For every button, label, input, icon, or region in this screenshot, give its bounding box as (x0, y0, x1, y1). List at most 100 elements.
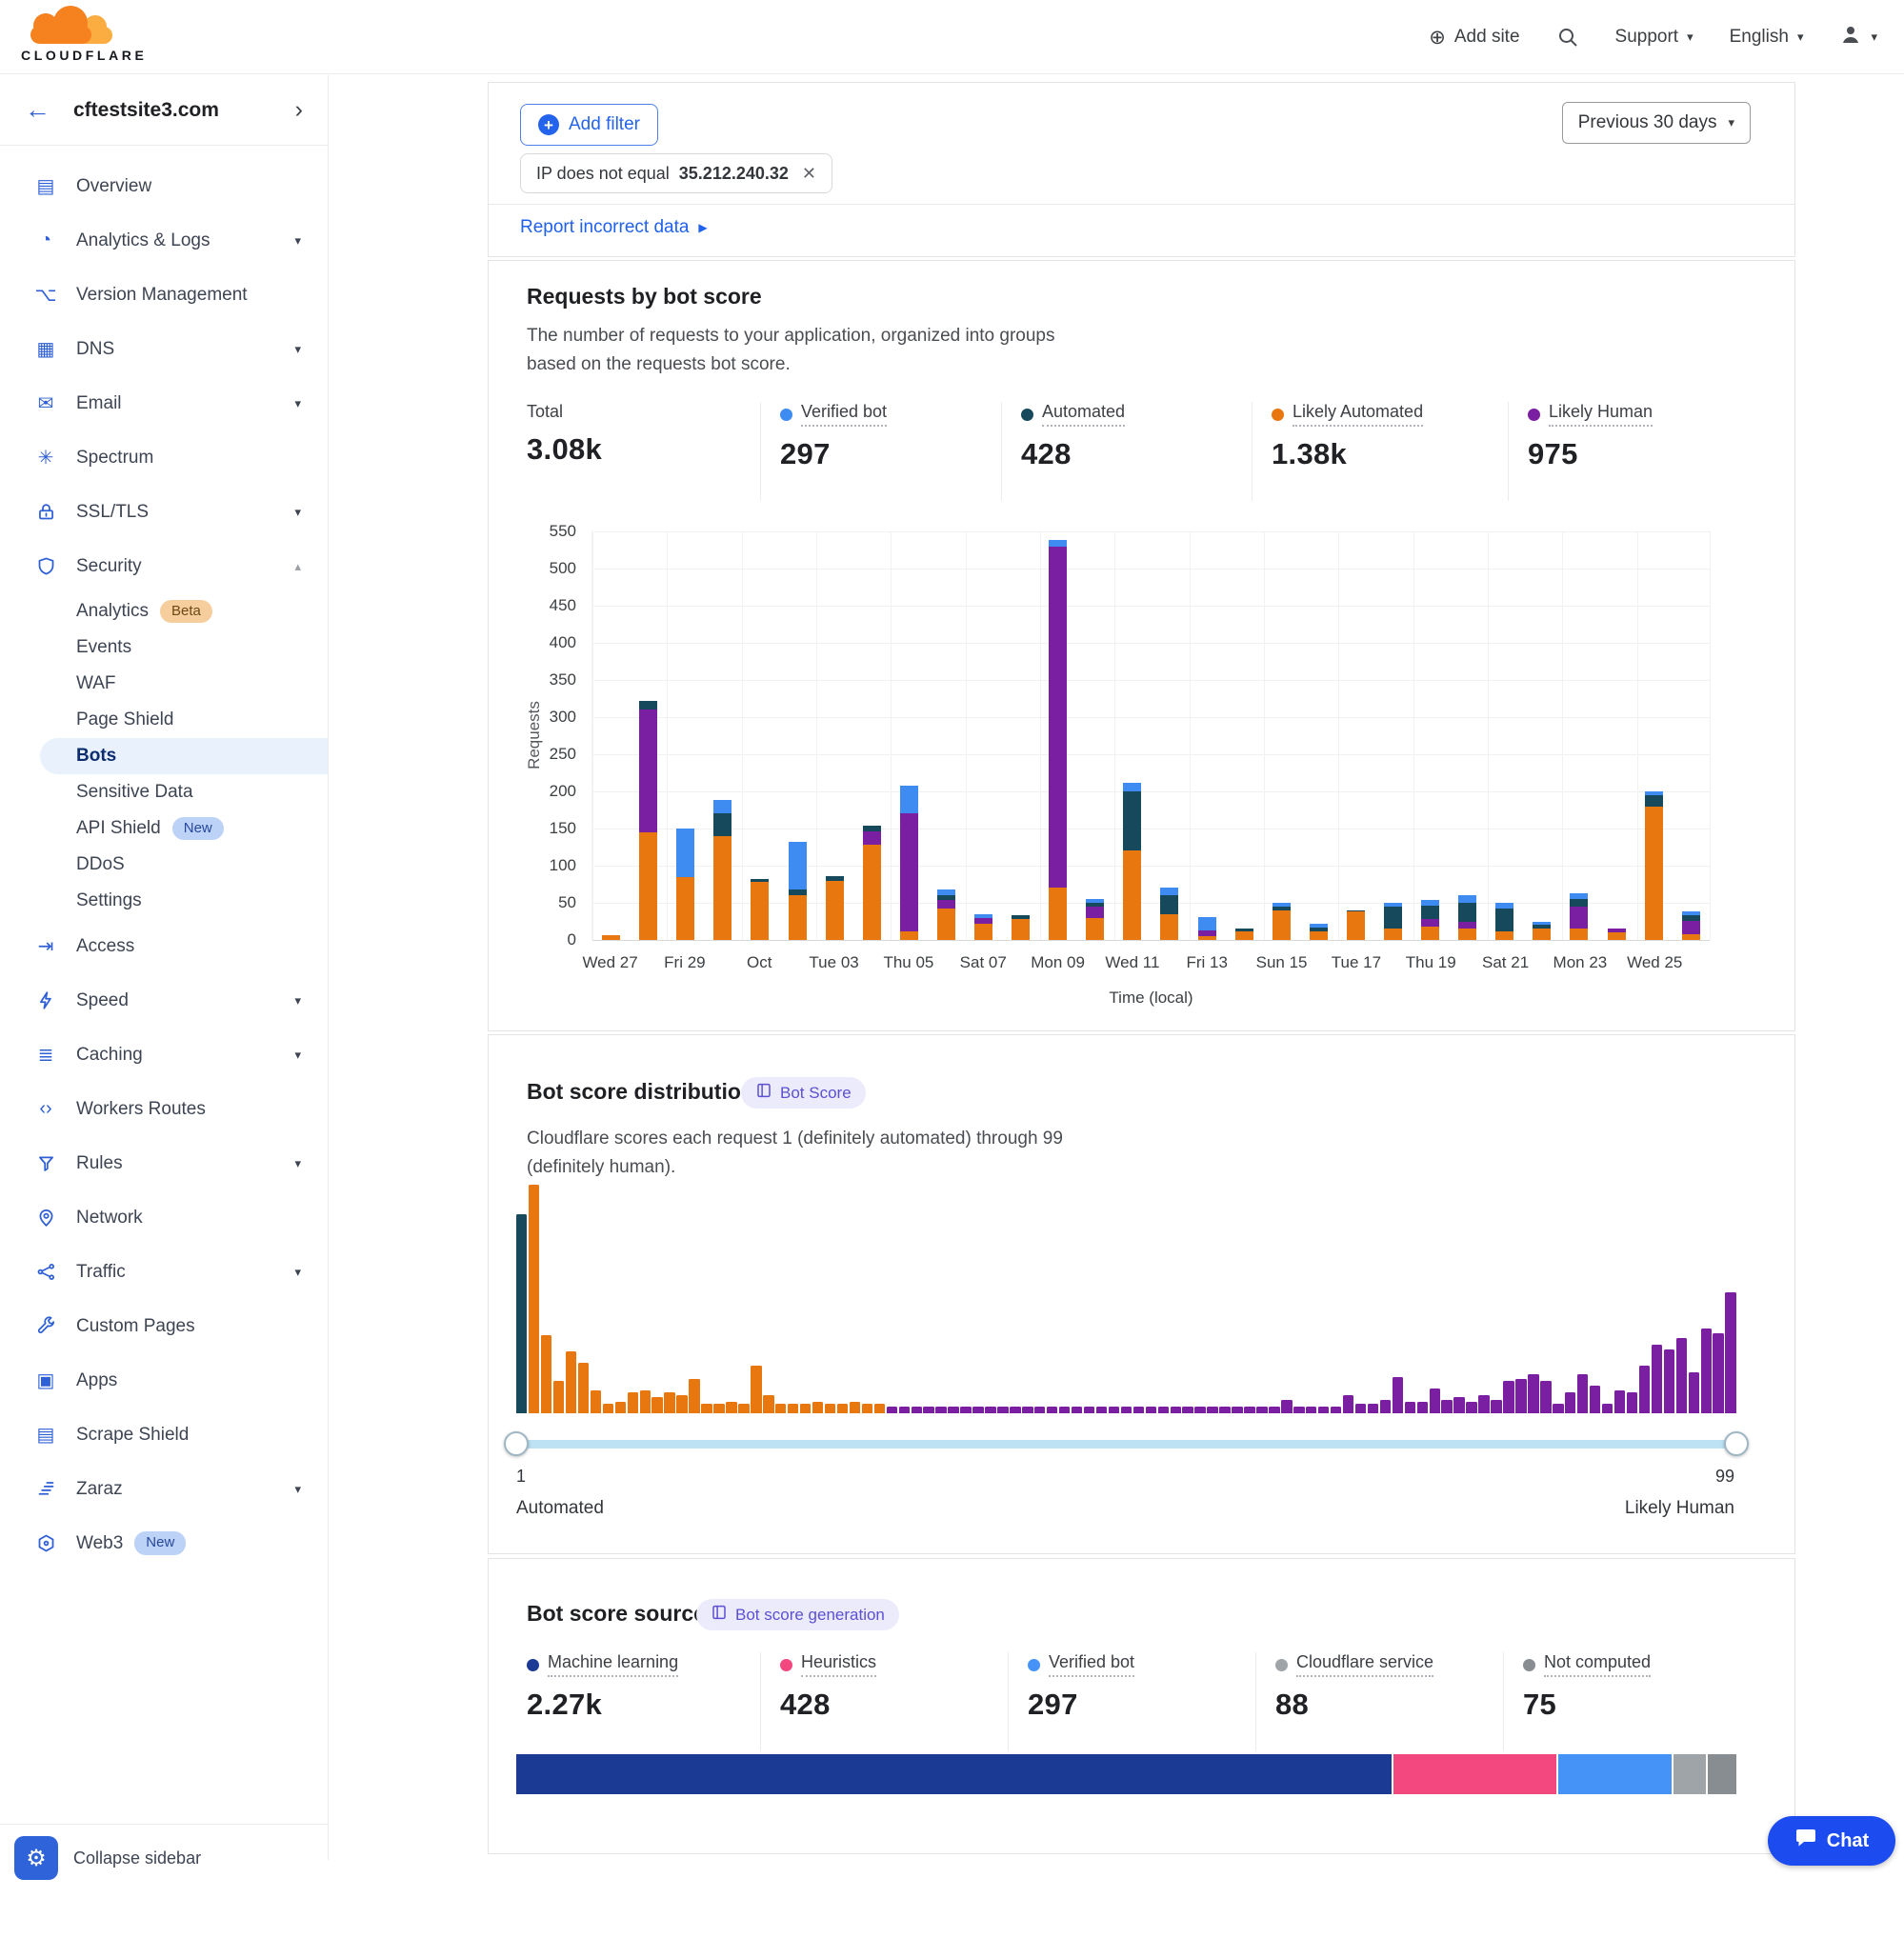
histogram-bar (1393, 1377, 1403, 1413)
score-slider-track[interactable] (516, 1440, 1736, 1449)
support-menu[interactable]: Support ▾ (1615, 27, 1694, 48)
add-site-button[interactable]: ⊕ Add site (1429, 27, 1519, 48)
sidebar-item-dns[interactable]: ▦DNS▾ (0, 322, 328, 376)
sidebar-subitem-settings[interactable]: Settings (0, 883, 328, 919)
score-slider-handle-max[interactable] (1724, 1431, 1749, 1456)
cloudflare-cloud-icon (21, 5, 116, 47)
sidebar-item-email[interactable]: ✉Email▾ (0, 376, 328, 430)
sidebar-item-web3[interactable]: Web3New (0, 1516, 328, 1570)
bot-score-generation-badge[interactable]: Bot score generation (696, 1599, 899, 1630)
remove-filter-icon[interactable]: ✕ (802, 164, 816, 184)
histogram-bar (603, 1404, 613, 1413)
bar-slot (778, 531, 815, 940)
back-button[interactable]: ← (25, 97, 50, 123)
histogram-bar (1182, 1407, 1193, 1413)
sidebar-item-speed[interactable]: Speed▾ (0, 973, 328, 1028)
stat-label[interactable]: Not computed (1544, 1652, 1651, 1677)
collapse-sidebar-button[interactable]: Collapse sidebar (73, 1848, 201, 1868)
sidebar-item-spectrum[interactable]: ✳Spectrum (0, 430, 328, 485)
bar-slot (1151, 531, 1188, 940)
sidebar-item-ssl-tls[interactable]: SSL/TLS▾ (0, 485, 328, 539)
bot-score-docs-badge[interactable]: Bot Score (741, 1077, 866, 1109)
site-header: ← cftestsite3.com › (0, 75, 328, 146)
user-menu[interactable]: ▾ (1839, 23, 1877, 51)
bar-segment-automated (1458, 903, 1476, 922)
sidebar-item-traffic[interactable]: Traffic▾ (0, 1245, 328, 1299)
sidebar-item-caching[interactable]: ≣Caching▾ (0, 1028, 328, 1082)
workers-routes-icon: ‹› (30, 1098, 61, 1120)
sidebar-item-scrape-shield[interactable]: ▤Scrape Shield (0, 1408, 328, 1462)
sidebar-item-workers-routes[interactable]: ‹› Workers Routes (0, 1082, 328, 1136)
stat-cloudflare-service: Cloudflare service88 (1255, 1652, 1503, 1751)
bar-segment-verified-bot (789, 842, 807, 889)
sidebar-item-security[interactable]: Security▴ (0, 539, 328, 593)
sidebar-item-custom-pages[interactable]: Custom Pages (0, 1299, 328, 1353)
sidebar-item-label: Apps (76, 1370, 117, 1391)
slider-max-label: Likely Human (1625, 1498, 1734, 1519)
stacked-bar (1495, 903, 1513, 940)
sidebar-item-apps[interactable]: ▣Apps (0, 1353, 328, 1408)
sidebar-subitem-waf[interactable]: WAF (0, 666, 328, 702)
sidebar-subitem-events[interactable]: Events (0, 629, 328, 666)
stat-label[interactable]: Verified bot (801, 402, 887, 427)
stat-label[interactable]: Machine learning (548, 1652, 678, 1677)
sidebar-item-analytics-logs[interactable]: ◔Analytics & Logs▾ (0, 213, 328, 268)
date-range-select[interactable]: Previous 30 days ▾ (1562, 102, 1751, 144)
x-tick-label: Tue 03 (809, 953, 858, 972)
histogram-bar (1725, 1292, 1735, 1413)
sidebar-subitem-bots[interactable]: Bots (40, 738, 328, 774)
stat-value: 428 (780, 1688, 1008, 1722)
sidebar-subitem-page-shield[interactable]: Page Shield (0, 702, 328, 738)
add-filter-button[interactable]: + Add filter (520, 104, 658, 146)
sidebar-item-access[interactable]: ⇥Access (0, 919, 328, 973)
x-tick-label: Wed 25 (1627, 953, 1682, 972)
legend-dot (780, 409, 792, 421)
sidebar-subitem-analytics[interactable]: AnalyticsBeta (0, 593, 328, 629)
chat-button[interactable]: Chat (1768, 1816, 1895, 1866)
search-icon[interactable] (1556, 26, 1579, 49)
histogram-bar (1453, 1397, 1464, 1413)
histogram-bar (1084, 1407, 1094, 1413)
sidebar-subitem-ddos[interactable]: DDoS (0, 847, 328, 883)
x-tick-label: Sun 15 (1256, 953, 1308, 972)
slider-min-label: Automated (516, 1498, 604, 1519)
score-slider-handle-min[interactable] (504, 1431, 529, 1456)
sidebar-subitem-sensitive-data[interactable]: Sensitive Data (0, 774, 328, 810)
slider-max-value: 99 (1715, 1467, 1734, 1487)
requests-chart[interactable]: Requests Time (local) 050100150200250300… (489, 518, 1794, 1023)
stat-label[interactable]: Likely Human (1549, 402, 1653, 427)
sidebar-item-zaraz[interactable]: Zaraz▾ (0, 1462, 328, 1516)
chevron-right-icon[interactable]: › (295, 96, 303, 124)
report-incorrect-data-link[interactable]: Report incorrect data ▶ (520, 217, 708, 238)
bar-slot (1560, 531, 1597, 940)
caching-icon: ≣ (30, 1043, 61, 1067)
sidebar-subitem-api-shield[interactable]: API ShieldNew (0, 810, 328, 847)
stat-label[interactable]: Verified bot (1049, 1652, 1134, 1677)
chevron-down-icon: ▾ (294, 233, 301, 249)
histogram-bar (1269, 1407, 1279, 1413)
sidebar-item-label: Workers Routes (76, 1099, 206, 1120)
stat-label[interactable]: Likely Automated (1293, 402, 1423, 427)
sidebar-item-overview[interactable]: ▤Overview (0, 159, 328, 213)
histogram-bar (1590, 1386, 1600, 1413)
preferences-gear-button[interactable]: ⚙ (14, 1836, 58, 1880)
stat-value: 3.08k (527, 432, 760, 467)
stacked-bar (602, 935, 620, 940)
sidebar-item-network[interactable]: Network (0, 1190, 328, 1245)
caret-right-icon: ▶ (698, 221, 707, 234)
bar-segment-automated (639, 701, 657, 709)
bot-score-histogram[interactable] (516, 1185, 1736, 1413)
source-stacked-bar[interactable] (516, 1754, 1736, 1794)
histogram-bar (1133, 1407, 1144, 1413)
doc-icon (711, 1604, 728, 1626)
stat-label[interactable]: Heuristics (801, 1652, 876, 1677)
sidebar-item-version-management[interactable]: ⌥Version Management (0, 268, 328, 322)
add-site-label: Add site (1454, 27, 1520, 48)
sidebar-item-rules[interactable]: Rules▾ (0, 1136, 328, 1190)
card-title: Bot score distribution (527, 1079, 754, 1105)
requests-stats-row: Total3.08kVerified bot297Automated428Lik… (527, 402, 1756, 501)
stat-label[interactable]: Cloudflare service (1296, 1652, 1433, 1677)
stat-label[interactable]: Automated (1042, 402, 1125, 427)
sidebar-item-label: Rules (76, 1153, 123, 1174)
language-menu[interactable]: English ▾ (1730, 27, 1804, 48)
